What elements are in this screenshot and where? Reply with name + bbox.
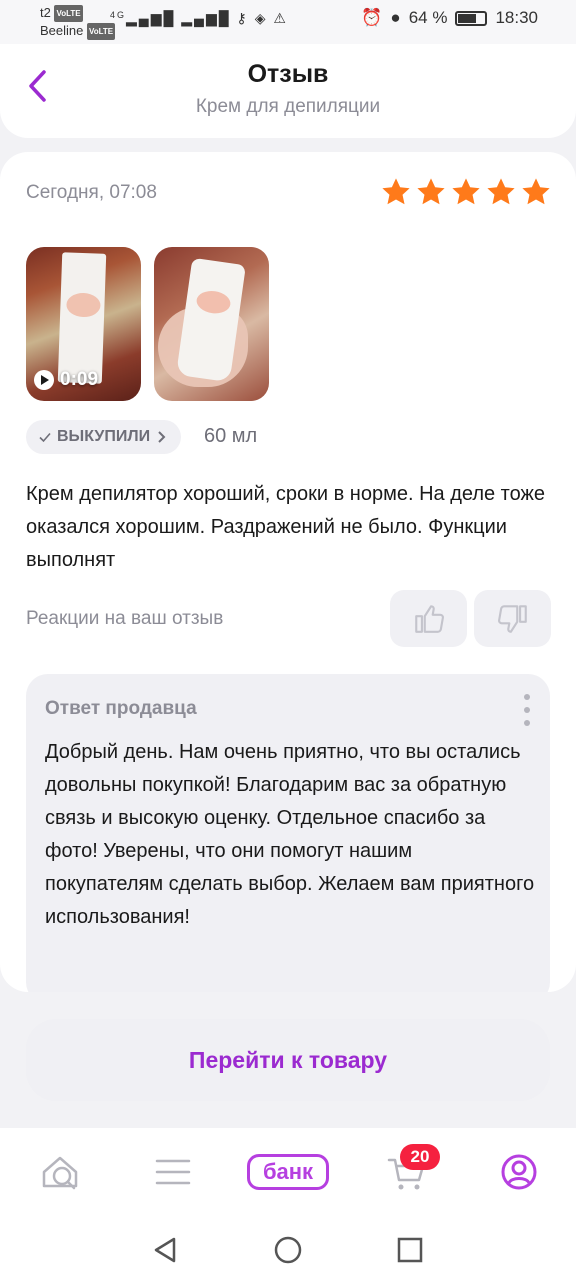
seller-reply: Ответ продавца Добрый день. Нам очень пр… [26,674,550,992]
more-options-button[interactable] [522,694,532,726]
page-subtitle: Крем для депиляции [195,96,381,117]
like-button[interactable] [390,590,467,647]
page-header: Отзыв Крем для депиляции [0,44,576,138]
warning-icon: ⚠ [273,10,288,26]
signal-icons: 4G▂▄▆█ ▂▄▆█ ⚷ ◈ ⚠ [110,10,288,27]
product-size: 60 мл [204,425,258,447]
play-icon [34,370,54,390]
cart-count-badge: 20 [400,1144,440,1170]
system-back-button[interactable] [150,1234,182,1266]
signal-icon: ▂▄▆█ [126,10,176,26]
carrier-2: Beeline [40,23,84,39]
tab-catalog[interactable] [151,1150,195,1194]
system-nav-bar [0,1220,576,1280]
tab-bank[interactable]: банк [247,1154,329,1190]
status-bar: t2 VoLTE Beeline VoLTE 4G▂▄▆█ ▂▄▆█ ⚷ ◈ ⚠… [0,0,576,44]
thumbs-up-icon [414,604,444,633]
battery-icon [455,10,488,26]
star-icon [417,178,445,205]
review-text: Крем депилятор хороший, сроки в норме. Н… [26,483,546,571]
alarm-icon: ⏰ [361,8,383,27]
rating-stars [380,176,552,208]
system-home-button[interactable] [272,1234,304,1266]
star-icon [452,178,480,205]
network-type: 4G [110,10,127,20]
search-home-icon [42,1156,78,1190]
check-icon [39,432,51,443]
carrier-1: t2 [40,5,51,20]
video-badge: 0:09 [34,369,98,391]
package-icon: ◈ [254,10,268,26]
seller-reply-text: Добрый день. Нам очень приятно, что вы о… [45,741,535,928]
volte-tag-1: VoLTE [54,5,83,23]
bottom-tab-bar: банк 20 [0,1128,576,1220]
status-right: ⏰ ● 64 % 18:30 [361,8,538,28]
thumbs-down-icon [497,604,527,633]
video-duration: 0:09 [60,369,99,390]
dot-icon [524,720,530,726]
purchased-badge[interactable]: ВЫКУПИЛИ [26,420,182,454]
review-video-thumbnail[interactable]: 0:09 [26,247,141,401]
star-icon [522,178,550,205]
purchased-label: ВЫКУПИЛИ [57,428,151,445]
seller-reply-title: Ответ продавца [45,698,197,719]
tab-search[interactable] [38,1150,82,1194]
review-card: Сегодня, 07:08 0:09 ВЫКУПИЛИ 60 мл Крем … [0,152,576,992]
dot-icon [524,694,530,700]
dislike-button[interactable] [474,590,551,647]
square-recents-icon [397,1237,423,1263]
clock: 18:30 [495,8,538,27]
tab-profile[interactable] [497,1150,541,1194]
star-icon [487,178,515,205]
menu-icon [155,1159,191,1185]
circle-home-icon [274,1236,302,1264]
goto-product-button[interactable]: Перейти к товару [26,1019,550,1101]
carrier-info: t2 VoLTE Beeline VoLTE [40,4,116,41]
star-icon [382,178,410,205]
triangle-back-icon [154,1237,176,1263]
page-title: Отзыв [247,60,329,88]
dot-icon [524,707,530,713]
reactions-label: Реакции на ваш отзыв [26,608,224,629]
system-recents-button[interactable] [394,1234,426,1266]
review-date: Сегодня, 07:08 [26,182,157,203]
signal-2-icon: ▂▄▆█ [181,10,231,26]
location-icon: ● [390,8,401,27]
review-photo-thumbnail[interactable] [154,247,269,401]
product-tube-image [57,252,107,384]
profile-icon [501,1154,537,1190]
battery-percent: 64 % [408,8,448,27]
key-icon: ⚷ [236,10,249,26]
chevron-right-icon [158,431,166,443]
